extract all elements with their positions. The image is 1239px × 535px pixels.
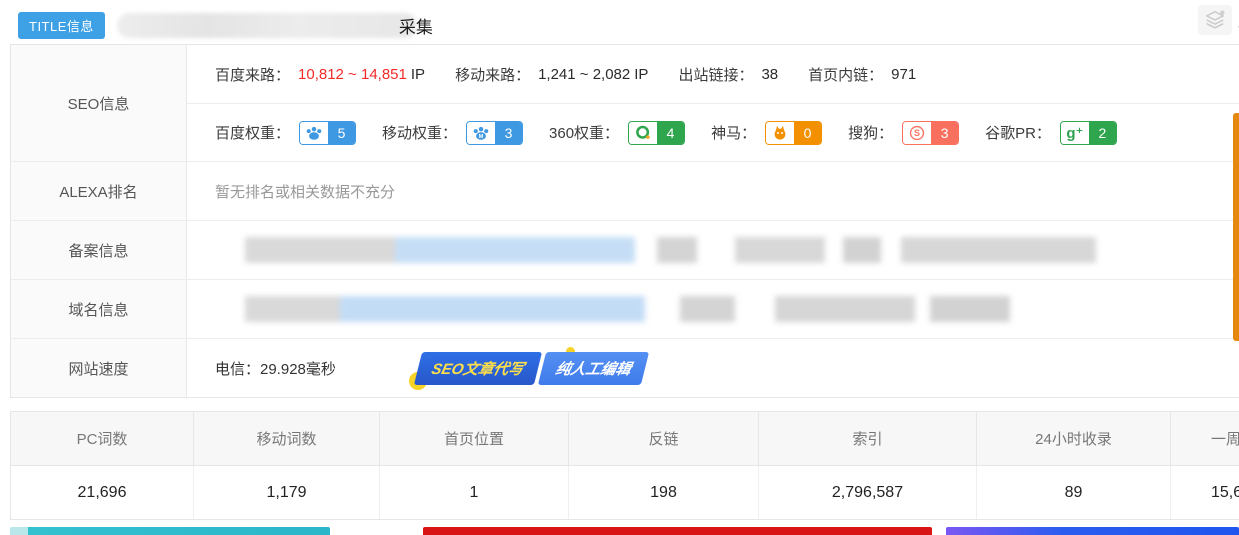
stats-header-pc-words: PC词数 (11, 412, 194, 466)
promo-segment-2[interactable]: 纯人工编辑 (537, 352, 648, 385)
row-label-speed: 网站速度 (11, 339, 187, 397)
stat-value: 38 (761, 66, 778, 83)
svg-text:S: S (914, 128, 920, 138)
stat-suffix: IP (634, 66, 648, 83)
row-label-alexa: ALEXA排名 (11, 162, 187, 220)
weight-label: 移动权重： (382, 122, 457, 143)
floating-sidebar-edge[interactable] (1233, 113, 1239, 341)
icp-content (187, 221, 1239, 279)
sogou-s-icon: S (903, 122, 931, 144)
stat-label: 首页内链： (808, 64, 883, 85)
weight-value: 3 (495, 122, 522, 144)
bottom-bar-red (423, 527, 932, 535)
title-info-badge: TITLE信息 (18, 12, 105, 39)
weight-value: 2 (1089, 122, 1116, 144)
censored-domain-info (245, 296, 1010, 322)
stats-header-index: 索引 (759, 412, 977, 466)
stat-homepage-internal-links: 首页内链： 971 (808, 64, 916, 85)
weight-label: 神马： (711, 122, 756, 143)
page-title-suffix: 采集 (399, 13, 433, 38)
stat-value: 971 (891, 66, 916, 83)
domain-content (187, 280, 1239, 338)
table-row-alexa: ALEXA排名 暂无排名或相关数据不充分 (11, 162, 1239, 221)
stats-value-mobile-words: 1,179 (194, 466, 380, 519)
shenma-weight-badge[interactable]: 0 (765, 121, 822, 145)
censored-icp-info (245, 237, 1096, 263)
weight-360: 360权重： 4 (549, 121, 685, 145)
weight-value: 0 (794, 122, 821, 144)
weight-value: 4 (657, 122, 684, 144)
table-row-icp: 备案信息 (11, 221, 1239, 280)
weight-shenma: 神马： 0 (711, 121, 822, 145)
stats-value-backlinks: 198 (569, 466, 759, 519)
row-label-icp: 备案信息 (11, 221, 187, 279)
table-row-domain: 域名信息 (11, 280, 1239, 339)
stat-outbound-links: 出站链接： 38 (678, 64, 778, 85)
alexa-content: 暂无排名或相关数据不充分 (187, 162, 1239, 220)
360-ring-icon (629, 122, 657, 144)
weight-google-pr: 谷歌PR： g⁺ 2 (985, 121, 1117, 145)
360-weight-badge[interactable]: 4 (628, 121, 685, 145)
stats-header-mobile-words: 移动词数 (194, 412, 380, 466)
seo-report-page: { "header": { "badge": "TITLE信息", "title… (0, 0, 1239, 535)
table-row-speed: 网站速度 电信：29.928毫秒 SEO文章代写 纯人工编辑 (11, 339, 1239, 397)
stat-label: 移动来路： (455, 64, 530, 85)
stats-value-pc-words: 21,696 (11, 466, 194, 519)
traffic-subrow: 百度来路： 10,812 ~ 14,851 IP 移动来路： 1,241 ~ 2… (187, 45, 1239, 103)
promo-segment-1[interactable]: SEO文章代写 (414, 352, 542, 385)
mobile-weight-badge[interactable]: M 3 (466, 121, 523, 145)
censored-title-text (117, 13, 417, 38)
stat-mobile-traffic: 移动来路： 1,241 ~ 2,082 IP (455, 64, 648, 85)
row-label-domain: 域名信息 (11, 280, 187, 338)
weight-label: 百度权重： (215, 122, 290, 143)
weight-label: 搜狗： (848, 122, 893, 143)
speed-content: 电信：29.928毫秒 SEO文章代写 纯人工编辑 (187, 339, 1239, 397)
keyword-stats-table: PC词数 移动词数 首页位置 反链 索引 24小时收录 一周收录 21,696 … (10, 411, 1239, 520)
alexa-no-data-text: 暂无排名或相关数据不充分 (215, 181, 395, 202)
row-label-seo: SEO信息 (11, 45, 187, 161)
baidu-paw-icon (300, 122, 328, 144)
stat-suffix: IP (411, 66, 425, 83)
promo-banner[interactable]: SEO文章代写 纯人工编辑 (418, 352, 645, 385)
stat-label: 出站链接： (678, 64, 753, 85)
stats-header-24h-collect: 24小时收录 (977, 412, 1171, 466)
google-plus-icon: g⁺ (1061, 122, 1089, 144)
baidu-weight-badge[interactable]: 5 (299, 121, 356, 145)
stats-value-index: 2,796,587 (759, 466, 977, 519)
apps-widget[interactable]: 应 (1198, 5, 1239, 35)
stats-value-24h-collect: 89 (977, 466, 1171, 519)
layers-icon[interactable] (1198, 5, 1232, 35)
telecom-speed-text: 电信：29.928毫秒 (215, 358, 336, 379)
weight-baidu: 百度权重： 5 (215, 121, 356, 145)
baidu-mobile-paw-icon: M (467, 122, 495, 144)
table-row-seo: SEO信息 百度来路： 10,812 ~ 14,851 IP 移动来路： 1,2… (11, 45, 1239, 162)
weight-value: 5 (328, 122, 355, 144)
shenma-owl-icon (766, 122, 794, 144)
stat-label: 百度来路： (215, 64, 290, 85)
stats-header-week-collect: 一周收录 (1171, 412, 1239, 466)
weight-label: 360权重： (549, 122, 619, 143)
bottom-bar-cyan (10, 527, 330, 535)
weight-sogou: 搜狗： S 3 (848, 121, 959, 145)
stats-header-backlinks: 反链 (569, 412, 759, 466)
stats-value-homepage-position: 1 (380, 466, 569, 519)
svg-text:M: M (479, 133, 484, 139)
weights-subrow: 百度权重： 5 移动权重： (187, 103, 1239, 161)
sogou-weight-badge[interactable]: S 3 (902, 121, 959, 145)
bottom-bar-blue (946, 527, 1239, 535)
stat-baidu-traffic: 百度来路： 10,812 ~ 14,851 IP (215, 64, 425, 85)
stat-value: 10,812 ~ 14,851 (298, 66, 407, 83)
seo-content: 百度来路： 10,812 ~ 14,851 IP 移动来路： 1,241 ~ 2… (187, 45, 1239, 161)
weight-mobile: 移动权重： M 3 (382, 121, 523, 145)
seo-info-table: SEO信息 百度来路： 10,812 ~ 14,851 IP 移动来路： 1,2… (10, 44, 1239, 398)
stats-value-week-collect: 15,6 (1171, 466, 1239, 519)
stat-value: 1,241 ~ 2,082 (538, 66, 630, 83)
weight-label: 谷歌PR： (985, 122, 1051, 143)
page-header: TITLE信息 采集 应 (0, 0, 1239, 44)
stats-header-homepage-position: 首页位置 (380, 412, 569, 466)
weight-value: 3 (931, 122, 958, 144)
google-pr-badge[interactable]: g⁺ 2 (1060, 121, 1117, 145)
